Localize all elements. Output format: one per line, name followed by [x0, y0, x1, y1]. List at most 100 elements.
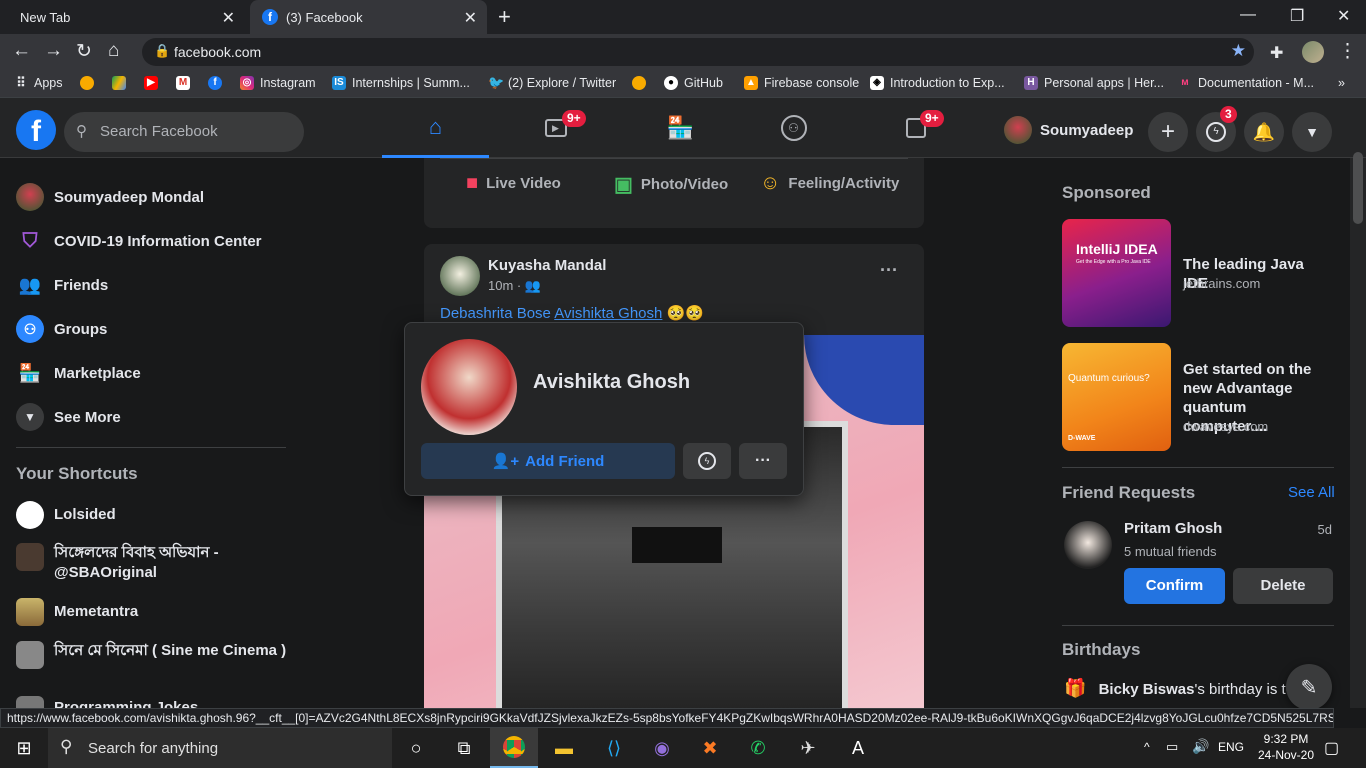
- cortana-icon[interactable]: ○: [392, 728, 440, 768]
- photo-video-button[interactable]: ▣ Photo/Video: [614, 172, 728, 197]
- back-icon[interactable]: ←: [12, 40, 31, 62]
- account-menu-icon[interactable]: ▼: [1292, 112, 1332, 152]
- shortcut-item[interactable]: সিঙ্গেলদের বিবাহ অভিযান - @SBAOriginal: [16, 543, 286, 583]
- scrollbar-thumb[interactable]: [1353, 152, 1363, 224]
- mutual-friends[interactable]: 5 mutual friends: [1124, 544, 1217, 559]
- shortcut-item[interactable]: Lolsided: [16, 501, 116, 529]
- delete-button[interactable]: Delete: [1233, 568, 1333, 604]
- bookmark-heroku[interactable]: H Personal apps | Her...: [1024, 76, 1164, 90]
- bookmark-hand-icon[interactable]: [80, 76, 100, 90]
- sidebar-item-see-more[interactable]: ▼ See More: [16, 403, 121, 431]
- scrollbar[interactable]: [1350, 158, 1366, 708]
- bookmark-firebase[interactable]: ▲ Firebase console: [744, 76, 859, 90]
- restore-icon[interactable]: ❐: [1290, 6, 1304, 26]
- avatar[interactable]: [421, 339, 517, 435]
- new-message-icon[interactable]: ✎: [1286, 664, 1332, 710]
- sponsored-ad[interactable]: Quantum curious? D-WAVE Get started on t…: [1062, 343, 1334, 451]
- tab-watch[interactable]: ▶ 9+: [502, 98, 609, 158]
- more-options-button[interactable]: ···: [739, 443, 787, 479]
- see-all-link[interactable]: See All: [1288, 484, 1335, 501]
- tab-facebook[interactable]: f (3) Facebook ✕: [250, 0, 487, 34]
- address-bar[interactable]: 🔒 facebook.com ★: [142, 38, 1254, 66]
- tag-link[interactable]: Debashrita Bose: [440, 305, 551, 322]
- acrobat-icon[interactable]: A: [834, 728, 882, 768]
- close-tab-icon[interactable]: ✕: [222, 8, 235, 28]
- tab-gaming[interactable]: 9+: [862, 98, 969, 158]
- xampp-icon[interactable]: ✖: [686, 728, 734, 768]
- windows-start-icon[interactable]: ⊞: [0, 728, 48, 768]
- bookmark-internships[interactable]: IS Internships | Summ...: [332, 76, 470, 90]
- file-explorer-icon[interactable]: ▬: [540, 728, 588, 768]
- new-tab-icon[interactable]: +: [498, 4, 511, 30]
- language-indicator[interactable]: ENG: [1218, 740, 1244, 754]
- whatsapp-icon[interactable]: ✆: [734, 728, 782, 768]
- network-icon[interactable]: ▭: [1166, 739, 1178, 755]
- bookmark-github[interactable]: ● GitHub: [664, 76, 723, 90]
- github-desktop-icon[interactable]: ◉: [638, 728, 686, 768]
- birthday-item[interactable]: 🎁 Bicky Biswas's birthday is to: [1064, 678, 1294, 699]
- post-author[interactable]: Kuyasha Mandal: [488, 257, 606, 274]
- extensions-icon[interactable]: ✚: [1270, 43, 1283, 63]
- network-tool-icon[interactable]: ✈: [784, 728, 832, 768]
- vscode-icon[interactable]: ⟨⟩: [590, 728, 638, 768]
- live-video-button[interactable]: ■ Live Video: [466, 172, 561, 195]
- watch-badge: 9+: [562, 110, 586, 127]
- bookmark-drive-icon[interactable]: [112, 76, 132, 90]
- bookmark-facebook-icon[interactable]: f: [208, 76, 228, 90]
- tab-new-tab[interactable]: New Tab ✕: [8, 0, 245, 34]
- notifications-icon[interactable]: 🔔: [1244, 112, 1284, 152]
- sidebar-item-marketplace[interactable]: 🏪 Marketplace: [16, 359, 141, 387]
- bookmark-star-icon[interactable]: ★: [1231, 41, 1246, 61]
- sidebar-item-friends[interactable]: 👥 Friends: [16, 271, 108, 299]
- home-icon[interactable]: ⌂: [108, 40, 119, 62]
- browser-menu-icon[interactable]: ⋮: [1338, 40, 1357, 63]
- chrome-icon[interactable]: [490, 728, 538, 768]
- task-view-icon[interactable]: ⧉: [440, 728, 488, 768]
- window-close-icon[interactable]: ✕: [1337, 6, 1350, 26]
- bookmark-gmail-icon[interactable]: M: [176, 76, 196, 90]
- sponsored-ad[interactable]: IntelliJ IDEA Get the Edge with a Pro Ja…: [1062, 219, 1334, 327]
- show-hidden-icons-icon[interactable]: ^: [1144, 740, 1150, 754]
- messenger-icon[interactable]: ϟ 3: [1196, 106, 1237, 152]
- tab-home[interactable]: ⌂: [382, 98, 489, 158]
- bookmark-apps[interactable]: ⠿ Apps: [14, 76, 62, 91]
- minimize-icon[interactable]: —: [1240, 6, 1256, 24]
- tag-link[interactable]: Avishikta Ghosh: [554, 305, 662, 322]
- sidebar-item-profile[interactable]: Soumyadeep Mondal: [16, 183, 204, 211]
- bookmarks-overflow[interactable]: »: [1338, 76, 1345, 90]
- bookmark-youtube-icon[interactable]: ▶: [144, 76, 164, 90]
- profile-chip[interactable]: Soumyadeep: [1004, 112, 1133, 148]
- create-icon[interactable]: +: [1148, 112, 1188, 152]
- post-more-icon[interactable]: ···: [880, 260, 898, 281]
- add-friend-button[interactable]: 👤+ Add Friend: [421, 443, 675, 479]
- confirm-button[interactable]: Confirm: [1124, 568, 1225, 604]
- tab-groups[interactable]: ⚇: [740, 98, 847, 158]
- bookmark-hand-icon-2[interactable]: [632, 76, 652, 90]
- tab-marketplace[interactable]: 🏪: [627, 98, 734, 158]
- clock[interactable]: 9:32 PM 24-Nov-20: [1256, 732, 1316, 762]
- close-tab-icon[interactable]: ✕: [464, 8, 477, 28]
- bookmark-introduction[interactable]: ◈ Introduction to Exp...: [870, 76, 1005, 90]
- sidebar-item-covid[interactable]: ⛉ COVID-19 Information Center: [16, 227, 262, 255]
- reload-icon[interactable]: ↻: [76, 40, 92, 63]
- post-timestamp[interactable]: 10m · 👥: [488, 278, 541, 294]
- bookmark-instagram[interactable]: ◎ Instagram: [240, 76, 316, 90]
- forward-icon[interactable]: →: [44, 40, 63, 62]
- volume-icon[interactable]: 🔊: [1192, 738, 1209, 755]
- action-center-icon[interactable]: ▢: [1324, 738, 1339, 758]
- shortcut-item[interactable]: Memetantra: [16, 598, 138, 626]
- sidebar-item-groups[interactable]: ⚇ Groups: [16, 315, 107, 343]
- feeling-activity-button[interactable]: ☺ Feeling/Activity: [760, 172, 899, 195]
- avatar[interactable]: [1064, 521, 1112, 569]
- browser-profile-avatar[interactable]: [1302, 41, 1324, 63]
- bookmark-twitter[interactable]: 🐦 (2) Explore / Twitter: [488, 76, 616, 91]
- hover-card-name[interactable]: Avishikta Ghosh: [533, 371, 690, 394]
- search-input[interactable]: ⚲ Search Facebook: [64, 112, 304, 152]
- shortcut-item[interactable]: সিনে মে সিনেমা ( Sine me Cinema ): [16, 641, 291, 669]
- facebook-logo[interactable]: f: [16, 110, 56, 150]
- requester-name[interactable]: Pritam Ghosh: [1124, 520, 1222, 537]
- avatar[interactable]: [440, 256, 480, 296]
- message-button[interactable]: ϟ: [683, 443, 731, 479]
- bookmark-documentation[interactable]: ᴍ Documentation - M...: [1178, 76, 1314, 90]
- taskbar-search[interactable]: ⚲ Search for anything: [48, 728, 392, 768]
